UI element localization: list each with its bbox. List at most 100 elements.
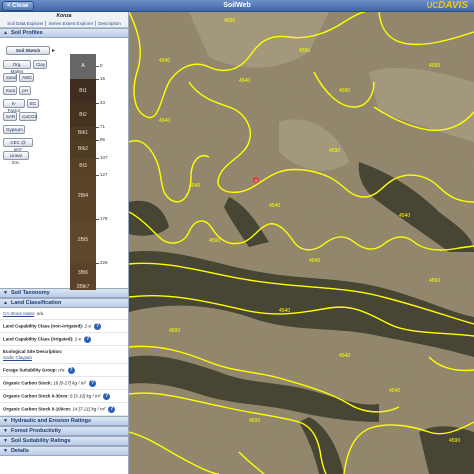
map-unit-label[interactable]: 4540 <box>269 203 280 209</box>
help-icon[interactable]: ? <box>103 393 111 400</box>
depth-tick <box>96 78 99 80</box>
soil-profile-column: A Bt1 Bt2 Btk1 Btk2 Bt3 2Bt4 2Bt5 3Bt6 2Btk7 <box>70 54 96 304</box>
ecological-site-link[interactable]: Sodic Claypan <box>3 355 32 360</box>
app-title: SoilWeb <box>223 2 251 9</box>
org-matter-button[interactable]: Org. Matter <box>3 60 31 74</box>
link-description[interactable]: Description <box>96 21 123 26</box>
uc-davis-logo: UCDAVIS <box>426 0 468 11</box>
triangle-down-icon: ▼ <box>3 438 8 444</box>
soil-horizon: Btk2 <box>70 139 96 158</box>
depth-tick <box>96 139 99 141</box>
ca-storie-row: CA Storie Index: n/a <box>0 308 128 320</box>
triangle-down-icon: ▼ <box>3 448 8 454</box>
section-soil-taxonomy[interactable]: ▼ Soil Taxonomy <box>0 288 128 298</box>
gypsum-button[interactable]: Gypsum <box>3 125 25 134</box>
depth-tick <box>96 175 99 176</box>
soil-horizon: 3Bt6 <box>70 262 96 284</box>
triangle-down-icon: ▼ <box>3 428 8 434</box>
map-unit-label[interactable]: 4540 <box>389 388 400 394</box>
soil-horizon: 2Bt4 <box>70 175 96 219</box>
map-unit-label[interactable]: 4540 <box>189 183 200 189</box>
soil-horizon: 2Btk7 <box>70 284 96 290</box>
ecological-site-row: Ecological Site Description: Sodic Claypa… <box>0 346 128 364</box>
map-unit-label[interactable]: 4540 <box>239 78 250 84</box>
section-land-classification[interactable]: ▲ Land Classification <box>0 298 128 308</box>
section-soil-profiles[interactable]: ▲ Soil Profiles <box>0 28 128 38</box>
caco3-button[interactable]: CaCO3 <box>19 112 37 121</box>
depth-tick <box>96 157 99 159</box>
help-icon[interactable]: ? <box>84 336 92 343</box>
depth-tick <box>96 126 99 128</box>
map-unit-label[interactable]: 4590 <box>429 278 440 284</box>
ec-button[interactable]: EC <box>27 99 39 108</box>
map-unit-label[interactable]: 4540 <box>159 58 170 64</box>
section-details[interactable]: ▼ Details <box>0 446 128 456</box>
location-marker[interactable]: X <box>253 177 259 183</box>
map-unit-label[interactable]: 4590 <box>429 63 440 69</box>
depth-label: 0 <box>100 63 103 68</box>
oc-stock-0-30-row: Organic Carbon Stock 0-30cm: 6 [3-10] kg… <box>0 390 128 403</box>
map-unit-label[interactable]: 4590 <box>209 238 220 244</box>
soil-profiles-panel: Soil Sketch ▸ Org. Matter Clay Sand AWC … <box>0 38 128 290</box>
triangle-down-icon: ▼ <box>3 418 8 424</box>
map-unit-label[interactable]: 4540 <box>339 353 350 359</box>
ca-storie-link[interactable]: CA Storie Index <box>3 311 34 316</box>
depth-label: 229 <box>100 259 108 265</box>
map-canvas[interactable]: 4540 4590 4590 4540 4540 4590 4590 4540 4540 4590… <box>129 12 474 474</box>
depth-tick <box>96 218 99 220</box>
depth-label: 107 <box>100 154 108 160</box>
triangle-up-icon: ▲ <box>3 300 8 306</box>
map-unit-label[interactable]: 4540 <box>309 258 320 264</box>
map-unit-label[interactable]: 4590 <box>249 418 260 424</box>
help-icon[interactable]: ? <box>94 323 102 330</box>
map-unit-label[interactable]: 4540 <box>279 308 290 314</box>
depth-tick <box>96 262 99 264</box>
link-soil-data-explorer[interactable]: Soil Data Explorer <box>5 21 47 26</box>
depth-label: 43 <box>100 99 106 105</box>
sand-button[interactable]: Sand <box>3 73 17 82</box>
triangle-down-icon: ▼ <box>3 290 8 296</box>
map-unit-label[interactable]: 4590 <box>299 48 310 54</box>
map-unit-label[interactable]: 4590 <box>224 18 235 24</box>
map-unit-label[interactable]: 4540 <box>399 213 410 219</box>
map-unit-label[interactable]: 4590 <box>339 88 350 94</box>
depth-label: 178 <box>100 215 108 221</box>
depth-tick <box>96 66 99 67</box>
cec-ph7-button[interactable]: CEC @ pH7 <box>3 138 33 152</box>
soil-horizon: Bt3 <box>70 157 96 175</box>
help-icon[interactable]: ? <box>67 367 75 374</box>
soil-sketch-button[interactable]: Soil Sketch <box>6 46 50 55</box>
lcc-nonirrigated-row: Land Capability Class (non-irrigated): 2… <box>0 320 128 333</box>
sar-button[interactable]: SAR <box>3 112 17 121</box>
map-unit-label[interactable]: 4590 <box>169 328 180 334</box>
map-unit-label[interactable]: 4590 <box>449 438 460 444</box>
soil-horizon: Bt2 <box>70 102 96 127</box>
section-soil-suitability[interactable]: ▼ Soil Suitability Ratings <box>0 436 128 446</box>
top-bar: < Close SoilWeb UCDAVIS <box>0 0 474 12</box>
soil-horizon: A <box>70 54 96 79</box>
triangle-up-icon: ▲ <box>3 30 8 36</box>
oc-stock-0-100-row: Organic Carbon Stock 0-100cm: 14 [7-21] … <box>0 403 128 416</box>
awc-button[interactable]: AWC <box>19 73 34 82</box>
link-series-extent-explorer[interactable]: Series Extent Explorer <box>46 21 97 26</box>
section-hydraulic-erosion[interactable]: ▼ Hydraulic and Erosion Ratings <box>0 416 128 426</box>
linear-ext-button[interactable]: Linear Ext. <box>3 151 29 165</box>
sidebar: Konza Soil Data Explorer Series Extent Ex… <box>0 12 129 474</box>
forage-row: Forage Suitability Group: n/a? <box>0 364 128 377</box>
help-icon[interactable]: ? <box>89 380 97 387</box>
k-factor-button[interactable]: K-Factor <box>3 99 25 113</box>
ph-button[interactable]: pH <box>19 86 31 95</box>
section-forest-productivity[interactable]: ▼ Forest Productivity <box>0 426 128 436</box>
depth-label: 127 <box>100 172 108 177</box>
satellite-map[interactable]: 4540 4590 4590 4540 4540 4590 4590 4540 4540 4590… <box>129 12 474 474</box>
map-unit-label[interactable]: 4540 <box>159 118 170 124</box>
clay-button[interactable]: Clay <box>33 60 47 69</box>
help-icon[interactable]: ? <box>108 406 116 413</box>
depth-tick <box>96 102 99 104</box>
map-unit-label[interactable]: 4590 <box>329 148 340 154</box>
soil-horizon: Btk1 <box>70 126 96 140</box>
soil-horizon: Bt1 <box>70 78 96 103</box>
lcc-irrigated-row: Land Capability Class (irrigated): 2-e? <box>0 333 128 346</box>
explorer-links: Soil Data Explorer Series Extent Explorer… <box>0 20 128 28</box>
ksat-button[interactable]: Ksat <box>3 86 17 95</box>
